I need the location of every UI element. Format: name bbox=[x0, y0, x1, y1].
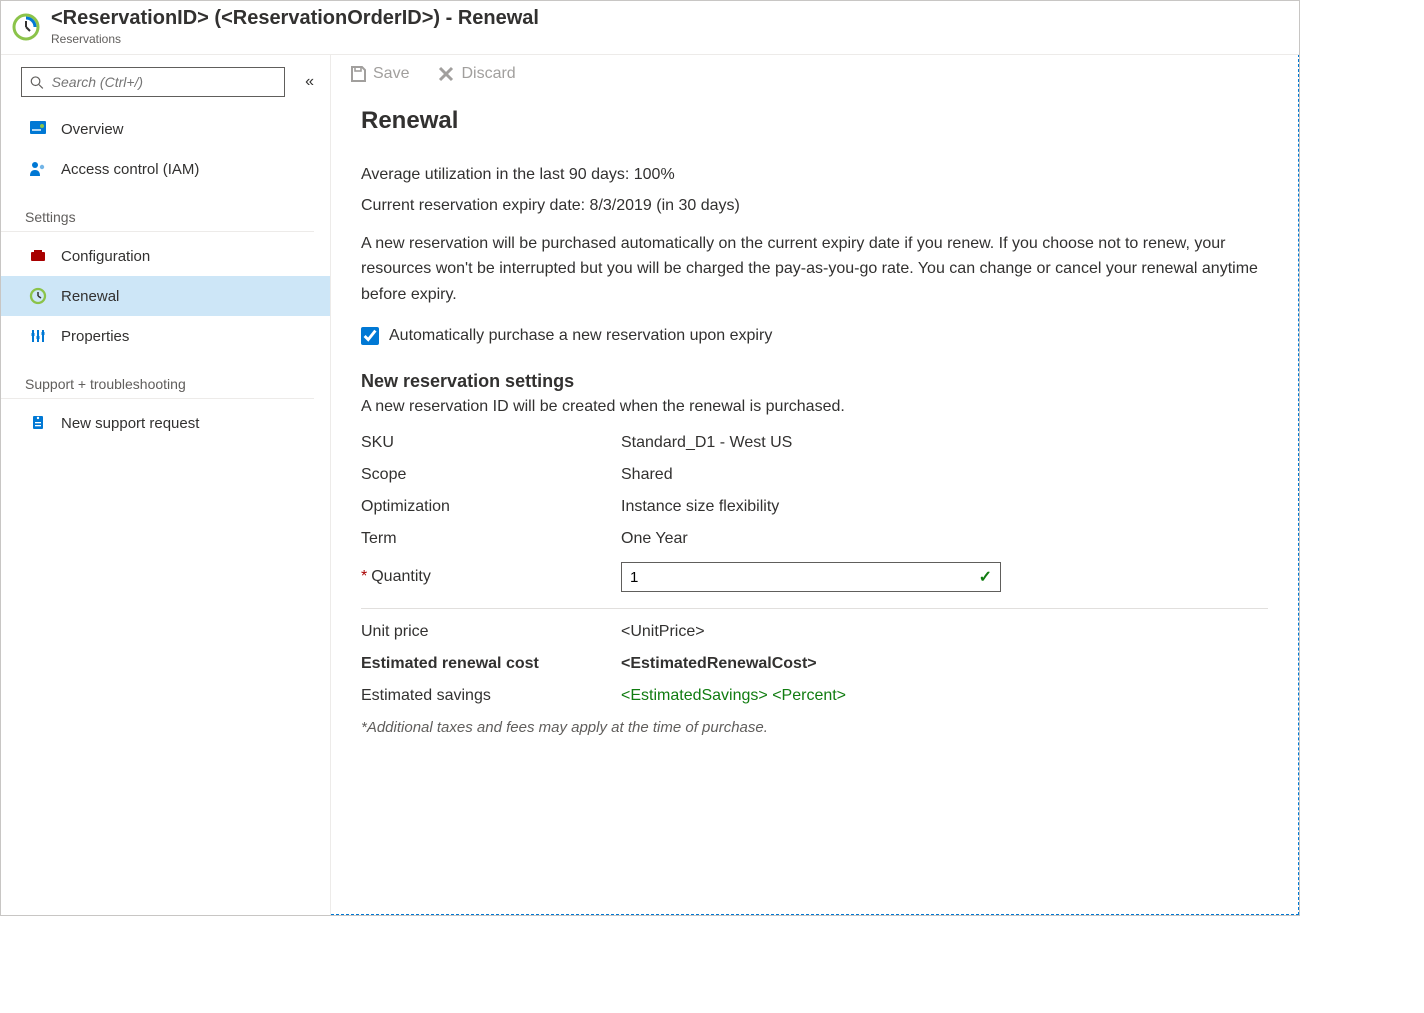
collapse-sidebar-button[interactable]: « bbox=[301, 71, 318, 93]
discard-icon bbox=[437, 65, 455, 83]
expiry-date: Current reservation expiry date: 8/3/201… bbox=[361, 194, 1268, 219]
scope-label: Scope bbox=[361, 466, 621, 484]
savings-label: Estimated savings bbox=[361, 687, 621, 705]
sidebar-group-settings: Settings bbox=[1, 189, 314, 232]
term-label: Term bbox=[361, 530, 621, 548]
auto-purchase-checkbox[interactable] bbox=[361, 327, 379, 345]
sku-label: SKU bbox=[361, 434, 621, 452]
page-header: <ReservationID> (<ReservationOrderID>) -… bbox=[1, 1, 1299, 55]
optimization-value: Instance size flexibility bbox=[621, 498, 779, 516]
renewal-cost-value: <EstimatedRenewalCost> bbox=[621, 655, 817, 673]
auto-purchase-label: Automatically purchase a new reservation… bbox=[389, 327, 772, 345]
breadcrumb: Reservations bbox=[51, 32, 539, 46]
optimization-label: Optimization bbox=[361, 498, 621, 516]
sidebar-search-box[interactable] bbox=[21, 67, 285, 97]
search-icon bbox=[30, 75, 44, 90]
quantity-label: *Quantity bbox=[361, 568, 621, 586]
discard-label: Discard bbox=[461, 65, 515, 83]
scope-value: Shared bbox=[621, 466, 673, 484]
sidebar-item-label: Configuration bbox=[61, 248, 150, 265]
unit-price-label: Unit price bbox=[361, 623, 621, 641]
divider bbox=[361, 608, 1268, 609]
savings-value: <EstimatedSavings> <Percent> bbox=[621, 687, 846, 705]
sidebar-item-label: Properties bbox=[61, 328, 129, 345]
sidebar-item-label: New support request bbox=[61, 415, 199, 432]
sidebar-item-label: Renewal bbox=[61, 288, 119, 305]
support-icon bbox=[29, 414, 47, 432]
properties-icon bbox=[29, 327, 47, 345]
reservation-icon bbox=[11, 12, 41, 42]
sku-value: Standard_D1 - West US bbox=[621, 434, 792, 452]
save-label: Save bbox=[373, 65, 409, 83]
new-reservation-section-title: New reservation settings bbox=[361, 371, 1268, 392]
sidebar-item-renewal[interactable]: Renewal bbox=[1, 276, 330, 316]
save-icon bbox=[349, 65, 367, 83]
renewal-icon bbox=[29, 287, 47, 305]
sidebar-item-overview[interactable]: Overview bbox=[1, 109, 330, 149]
renewal-description: A new reservation will be purchased auto… bbox=[361, 231, 1261, 308]
sidebar-item-label: Access control (IAM) bbox=[61, 161, 199, 178]
check-ok-icon: ✓ bbox=[979, 567, 992, 587]
term-value: One Year bbox=[621, 530, 688, 548]
quantity-input[interactable] bbox=[630, 569, 979, 586]
quantity-field[interactable]: ✓ bbox=[621, 562, 1001, 592]
sidebar-item-iam[interactable]: Access control (IAM) bbox=[1, 149, 330, 189]
discard-button[interactable]: Discard bbox=[437, 65, 515, 83]
overview-icon bbox=[29, 120, 47, 138]
iam-icon bbox=[29, 160, 47, 178]
sidebar-item-properties[interactable]: Properties bbox=[1, 316, 330, 356]
new-reservation-subtext: A new reservation ID will be created whe… bbox=[361, 398, 1268, 416]
toolbar: Save Discard bbox=[331, 55, 1298, 93]
renewal-cost-label: Estimated renewal cost bbox=[361, 655, 621, 673]
configuration-icon bbox=[29, 247, 47, 265]
avg-utilization: Average utilization in the last 90 days:… bbox=[361, 163, 1268, 188]
save-button[interactable]: Save bbox=[349, 65, 409, 83]
sidebar-item-new-support[interactable]: New support request bbox=[1, 403, 330, 443]
page-title-header: <ReservationID> (<ReservationOrderID>) -… bbox=[51, 7, 539, 30]
content-title: Renewal bbox=[361, 107, 1268, 135]
fine-print: *Additional taxes and fees may apply at … bbox=[361, 719, 1268, 736]
sidebar-item-configuration[interactable]: Configuration bbox=[1, 236, 330, 276]
unit-price-value: <UnitPrice> bbox=[621, 623, 705, 641]
sidebar-item-label: Overview bbox=[61, 121, 124, 138]
search-input[interactable] bbox=[52, 74, 276, 90]
main-panel: Save Discard Renewal Average utilization… bbox=[331, 55, 1299, 915]
sidebar-group-support: Support + troubleshooting bbox=[1, 356, 314, 399]
sidebar: « Overview Access control (IAM) Settings bbox=[1, 55, 331, 915]
